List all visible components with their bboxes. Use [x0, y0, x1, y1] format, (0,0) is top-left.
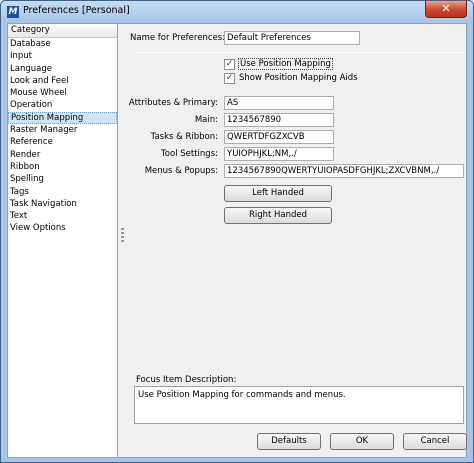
name-for-preferences-field[interactable]: Default Preferences [224, 31, 360, 45]
category-header: Category [8, 24, 117, 38]
category-item-spelling[interactable]: Spelling [8, 173, 117, 185]
category-item-view-options[interactable]: View Options [8, 222, 117, 234]
category-item-ribbon[interactable]: Ribbon [8, 161, 117, 173]
focus-description-label: Focus Item Description: [136, 375, 237, 385]
attributes-primary-label: Attributes & Primary: [128, 98, 218, 108]
name-for-preferences-label: Name for Preferences: [130, 33, 226, 43]
close-button[interactable]: ✕ [425, 1, 467, 18]
use-position-mapping-checkbox[interactable]: ✓ [224, 59, 235, 70]
main-label: Main: [194, 115, 218, 125]
splitter-grip [121, 236, 124, 238]
category-item-position-mapping[interactable]: Position Mapping [8, 111, 117, 125]
main-field[interactable]: 1234567890 [224, 113, 334, 127]
category-list[interactable]: Category Database Input Language Look an… [8, 24, 118, 457]
category-item-language[interactable]: Language [8, 63, 117, 75]
attributes-primary-field[interactable]: AS [224, 96, 334, 110]
category-item-reference[interactable]: Reference [8, 136, 117, 148]
focus-description-box: Use Position Mapping for commands and me… [134, 386, 464, 424]
use-position-mapping-label[interactable]: Use Position Mapping [238, 58, 333, 70]
splitter-grip [121, 232, 124, 234]
category-item-raster-manager[interactable]: Raster Manager [8, 124, 117, 136]
cancel-button[interactable]: Cancel [403, 433, 467, 450]
separator [134, 52, 464, 53]
defaults-button[interactable]: Defaults [257, 433, 321, 450]
ok-button[interactable]: OK [330, 433, 394, 450]
right-handed-button[interactable]: Right Handed [224, 207, 332, 224]
panel-splitter[interactable] [118, 24, 128, 457]
category-item-database[interactable]: Database [8, 38, 117, 50]
left-handed-button[interactable]: Left Handed [224, 185, 332, 202]
app-icon: M [7, 6, 19, 18]
show-position-mapping-aids-checkbox[interactable]: ✓ [224, 73, 235, 84]
category-item-input[interactable]: Input [8, 50, 117, 62]
show-position-mapping-aids-label[interactable]: Show Position Mapping Aids [239, 73, 358, 83]
menus-popups-field[interactable]: 1234567890QWERTYUIOPASDFGHJKL;ZXCVBNM,./ [224, 164, 464, 178]
check-icon: ✓ [225, 73, 234, 83]
window-title: Preferences [Personal] [23, 5, 130, 16]
dialog-client: Category Database Input Language Look an… [7, 23, 467, 458]
category-item-look-and-feel[interactable]: Look and Feel [8, 75, 117, 87]
use-position-mapping-text: Use Position Mapping [240, 59, 331, 69]
category-item-mouse-wheel[interactable]: Mouse Wheel [8, 87, 117, 99]
category-item-task-navigation[interactable]: Task Navigation [8, 198, 117, 210]
tasks-ribbon-label: Tasks & Ribbon: [150, 132, 218, 142]
category-item-operation[interactable]: Operation [8, 99, 117, 111]
focus-description-text: Use Position Mapping for commands and me… [138, 390, 346, 400]
check-icon: ✓ [225, 59, 234, 69]
splitter-grip [121, 240, 124, 242]
splitter-grip [121, 228, 124, 230]
tool-settings-field[interactable]: YUIOPHJKL;NM,./ [224, 147, 334, 161]
category-item-render[interactable]: Render [8, 149, 117, 161]
tasks-ribbon-field[interactable]: QWERTDFGZXCVB [224, 130, 334, 144]
category-item-tags[interactable]: Tags [8, 186, 117, 198]
title-bar[interactable]: M Preferences [Personal] ✕ [1, 1, 473, 23]
category-item-text[interactable]: Text [8, 210, 117, 222]
menus-popups-label: Menus & Popups: [144, 166, 218, 176]
tool-settings-label: Tool Settings: [161, 149, 218, 159]
close-icon: ✕ [441, 2, 451, 15]
position-mapping-panel: Name for Preferences: Default Preference… [128, 24, 467, 457]
preferences-window: M Preferences [Personal] ✕ Category Data… [0, 0, 474, 463]
